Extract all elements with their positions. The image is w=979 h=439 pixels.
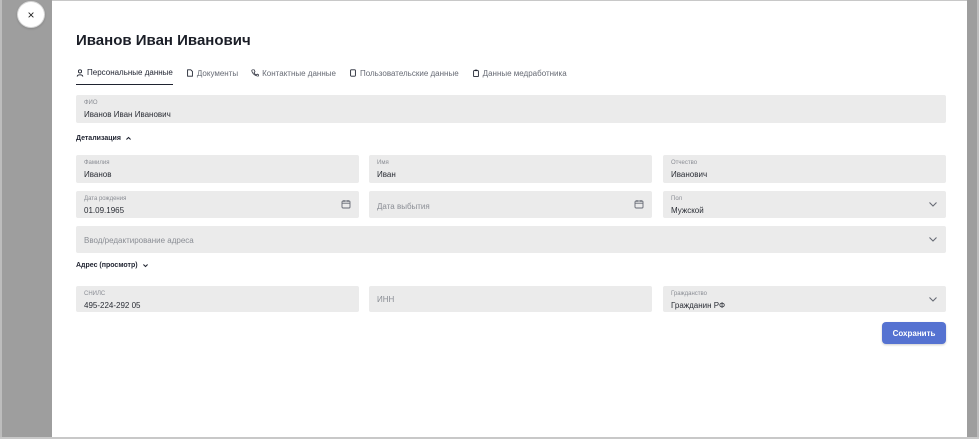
frame-top-line xyxy=(0,0,979,1)
chevron-down-icon[interactable] xyxy=(928,234,938,244)
field-value: Гражданин РФ xyxy=(671,301,726,310)
phone-icon xyxy=(251,69,260,77)
backdrop-left xyxy=(0,0,52,439)
field-label: Фамилия xyxy=(84,160,110,166)
chevron-down-icon xyxy=(142,264,148,268)
document-icon xyxy=(186,69,194,77)
field-value: Иванович xyxy=(671,170,708,179)
field-label: Гражданство xyxy=(671,291,707,297)
close-button[interactable]: × xyxy=(17,1,45,28)
chevron-down-icon[interactable] xyxy=(928,294,938,304)
field-value: Мужской xyxy=(671,206,704,215)
tab-label: Персональные данные xyxy=(87,68,173,77)
field-value: Иванов xyxy=(84,170,112,179)
tab-label: Данные медработника xyxy=(482,68,567,78)
fio-field[interactable]: ФИО Иванов Иван Иванович xyxy=(76,95,946,123)
chevron-down-icon[interactable] xyxy=(928,199,938,209)
calendar-icon[interactable] xyxy=(341,199,351,209)
close-icon: × xyxy=(27,7,35,22)
inn-field[interactable]: ИНН xyxy=(369,286,652,312)
snils-field[interactable]: СНИЛС 495-224-292 05 xyxy=(76,286,359,312)
tab-label: Контактные данные xyxy=(262,68,336,78)
field-label: Дата рождения xyxy=(84,196,127,202)
detail-section-toggle[interactable]: Детализация xyxy=(76,135,132,142)
tab-personal-data[interactable]: Персональные данные xyxy=(76,66,173,85)
calendar-icon[interactable] xyxy=(634,199,644,209)
birth-date-field[interactable]: Дата рождения 01.09.1965 xyxy=(76,191,359,218)
field-value: 495-224-292 05 xyxy=(84,301,141,310)
patronymic-field[interactable]: Отчество Иванович xyxy=(663,155,946,183)
surname-field[interactable]: Фамилия Иванов xyxy=(76,155,359,183)
tab-label: Пользовательские данные xyxy=(359,68,459,78)
address-view-section-toggle[interactable]: Адрес (просмотр) xyxy=(76,262,149,269)
page-title: Иванов Иван Иванович xyxy=(76,32,251,49)
citizenship-select[interactable]: Гражданство Гражданин РФ xyxy=(663,286,946,312)
clipboard-icon xyxy=(472,69,480,77)
field-value: Иван xyxy=(377,170,396,179)
field-label: ФИО xyxy=(84,100,98,106)
tab-bar: Персональные данные Документы Контактные… xyxy=(76,66,580,86)
section-label: Детализация xyxy=(76,135,121,142)
tab-user-data[interactable]: Пользовательские данные xyxy=(349,66,459,80)
person-icon xyxy=(76,68,84,77)
name-field[interactable]: Имя Иван xyxy=(369,155,652,183)
save-button[interactable]: Сохранить xyxy=(882,322,946,344)
tab-medical-worker-data[interactable]: Данные медработника xyxy=(472,66,567,80)
tab-documents[interactable]: Документы xyxy=(186,66,238,80)
section-label: Адрес (просмотр) xyxy=(76,262,138,269)
field-placeholder: Ввод/редактирование адреса xyxy=(84,236,194,245)
address-edit-field[interactable]: Ввод/редактирование адреса xyxy=(76,226,946,253)
tab-label: Документы xyxy=(196,68,239,78)
tab-contact-data[interactable]: Контактные данные xyxy=(251,66,336,80)
field-label: СНИЛС xyxy=(84,291,106,297)
page-icon xyxy=(349,69,357,77)
field-label: Отчество xyxy=(671,160,698,166)
departure-date-field[interactable]: Дата выбытия xyxy=(369,191,652,218)
field-label: Имя xyxy=(377,160,389,166)
field-value: Иванов Иван Иванович xyxy=(84,110,171,119)
field-label: Пол xyxy=(671,196,683,202)
field-placeholder: ИНН xyxy=(377,295,395,304)
backdrop-right xyxy=(967,0,979,439)
gender-select[interactable]: Пол Мужской xyxy=(663,191,946,218)
chevron-up-icon xyxy=(125,136,131,140)
field-value: 01.09.1965 xyxy=(84,206,125,215)
field-placeholder: Дата выбытия xyxy=(377,202,430,211)
